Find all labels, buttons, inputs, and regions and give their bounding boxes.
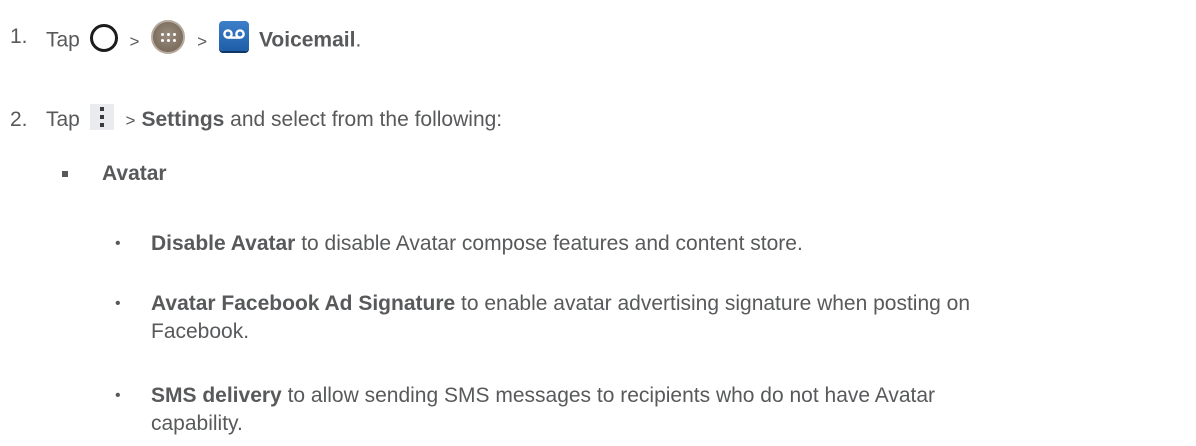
step-2: Tap > Settings and select from the follow… bbox=[46, 104, 503, 134]
item-desc-continued: capability. bbox=[151, 412, 243, 435]
step-2-rest: and select from the following: bbox=[224, 108, 503, 131]
step-1: Tap > > Voicemail. bbox=[46, 20, 362, 58]
item-desc: to enable avatar advertising signature w… bbox=[455, 292, 971, 315]
instructions-page: 1. Tap > > Voicemail. 2. Tap > Settings a… bbox=[0, 0, 1196, 446]
step-2-tap-label: Tap bbox=[46, 108, 80, 131]
square-bullet-icon bbox=[62, 171, 68, 177]
step-1-tap-label: Tap bbox=[46, 28, 80, 52]
item-term: SMS delivery bbox=[151, 384, 282, 407]
step-2-number: 2. bbox=[10, 108, 28, 131]
home-icon bbox=[89, 24, 118, 52]
item-term: Avatar Facebook Ad Signature bbox=[151, 292, 456, 315]
step-1-period: . bbox=[355, 28, 362, 52]
list-item: SMS delivery to allow sending SMS messag… bbox=[151, 383, 935, 409]
separator: > bbox=[197, 31, 208, 51]
separator: > bbox=[129, 31, 140, 51]
dot-bullet-icon: • bbox=[115, 235, 121, 252]
item-term: Disable Avatar bbox=[151, 232, 296, 255]
list-item: Disable Avatar to disable Avatar compose… bbox=[151, 231, 803, 257]
dot-bullet-icon: • bbox=[115, 295, 121, 312]
item-desc: to disable Avatar compose features and c… bbox=[295, 232, 803, 255]
menu-icon bbox=[89, 104, 114, 131]
separator: > bbox=[125, 111, 136, 130]
item-desc: to allow sending SMS messages to recipie… bbox=[281, 384, 936, 407]
list-item: Avatar Facebook Ad Signature to enable a… bbox=[151, 291, 970, 317]
dot-bullet-icon: • bbox=[115, 387, 121, 404]
settings-label: Settings bbox=[141, 108, 225, 131]
item-desc-continued: Facebook. bbox=[151, 320, 250, 343]
section-title: Avatar bbox=[102, 162, 167, 185]
voicemail-label: Voicemail bbox=[258, 28, 356, 52]
apps-icon bbox=[151, 20, 186, 54]
step-1-number: 1. bbox=[10, 25, 28, 48]
voicemail-icon bbox=[218, 21, 249, 51]
